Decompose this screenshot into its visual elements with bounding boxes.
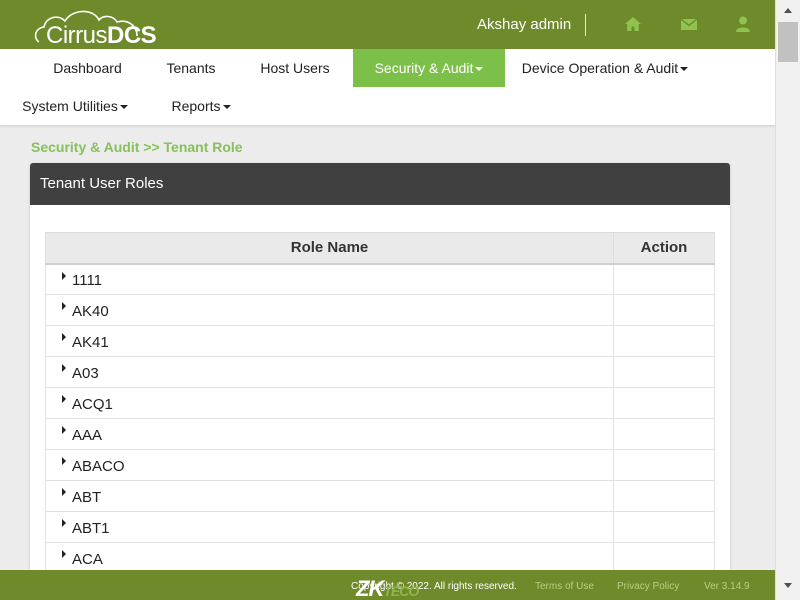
table-row[interactable]: ACQ1 (45, 387, 715, 419)
expand-arrow-icon[interactable] (62, 457, 66, 465)
expand-arrow-icon[interactable] (62, 519, 66, 527)
table-row[interactable]: ABT1 (45, 511, 715, 543)
role-name-cell[interactable]: AK41 (45, 325, 614, 357)
action-cell (613, 263, 715, 295)
role-name-cell[interactable]: ABACO (45, 449, 614, 481)
table-row[interactable]: ACA (45, 542, 715, 574)
caret-down-icon (680, 67, 689, 72)
action-cell (613, 480, 715, 512)
role-name-cell[interactable]: ACA (45, 542, 614, 574)
user-icon[interactable] (734, 15, 752, 33)
table-row[interactable]: ABT (45, 480, 715, 512)
breadcrumb[interactable]: Security & Audit >> Tenant Role (31, 139, 243, 155)
nav-item-device-operation-audit[interactable]: Device Operation & Audit (505, 49, 705, 87)
expand-arrow-icon[interactable] (62, 302, 66, 310)
table-row[interactable]: A03 (45, 356, 715, 388)
nav-item-reports[interactable]: Reports (150, 87, 252, 125)
version-text: Ver 3.14.9 (704, 581, 750, 592)
footer: Copyright © 2022. All rights reserved. Z… (0, 570, 775, 600)
table-row[interactable]: AK41 (45, 325, 715, 357)
table-row[interactable]: AAA (45, 418, 715, 450)
privacy-policy-link[interactable]: Privacy Policy (617, 581, 679, 592)
action-cell (613, 418, 715, 450)
action-cell (613, 511, 715, 543)
vertical-scrollbar[interactable] (775, 0, 800, 600)
caret-down-icon (222, 105, 231, 110)
role-name-cell[interactable]: 1111 (45, 263, 614, 295)
nav-item-host-users[interactable]: Host Users (237, 49, 353, 87)
scroll-down-arrow-icon[interactable] (784, 583, 792, 588)
expand-arrow-icon[interactable] (62, 364, 66, 372)
nav-item-system-utilities[interactable]: System Utilities (0, 87, 150, 125)
expand-arrow-icon[interactable] (62, 395, 66, 403)
action-cell (613, 387, 715, 419)
caret-down-icon (475, 67, 484, 72)
logo-text: CirrusDCS (46, 22, 157, 49)
action-cell (613, 542, 715, 574)
home-icon[interactable] (624, 15, 642, 33)
expand-arrow-icon[interactable] (62, 271, 66, 280)
role-name-cell[interactable]: ACQ1 (45, 387, 614, 419)
role-name-cell[interactable]: AAA (45, 418, 614, 450)
nav-item-tenants[interactable]: Tenants (145, 49, 237, 87)
action-cell (613, 356, 715, 388)
action-cell (613, 325, 715, 357)
zkteco-logo: ZKTECO (356, 576, 419, 600)
mail-icon[interactable] (680, 15, 698, 33)
expand-arrow-icon[interactable] (62, 426, 66, 434)
user-name[interactable]: Akshay admin (477, 16, 571, 33)
role-name-cell[interactable]: ABT (45, 480, 614, 512)
tenant-user-roles-panel: Tenant User Roles Role Name Action 1111 … (30, 163, 730, 583)
role-name-cell[interactable]: AK40 (45, 294, 614, 326)
column-header-role-name[interactable]: Role Name (45, 232, 614, 265)
panel-title: Tenant User Roles (30, 163, 730, 205)
table-row[interactable]: 1111 (45, 263, 715, 295)
table-row[interactable]: AK40 (45, 294, 715, 326)
table-row[interactable]: ABACO (45, 449, 715, 481)
roles-table: Role Name Action 1111 AK40 AK41 A03 ACQ1… (45, 232, 715, 574)
expand-arrow-icon[interactable] (62, 333, 66, 341)
role-name-cell[interactable]: ABT1 (45, 511, 614, 543)
nav-item-dashboard[interactable]: Dashboard (30, 49, 145, 87)
action-cell (613, 449, 715, 481)
cirrus-dcs-logo[interactable]: CirrusDCS (33, 4, 157, 49)
main-nav: Dashboard Tenants Host Users Security & … (0, 49, 775, 126)
action-cell (613, 294, 715, 326)
scroll-up-arrow-icon[interactable] (784, 8, 792, 13)
caret-down-icon (119, 105, 128, 110)
column-header-action: Action (613, 232, 715, 265)
scroll-thumb[interactable] (778, 22, 798, 62)
expand-arrow-icon[interactable] (62, 550, 66, 558)
expand-arrow-icon[interactable] (62, 488, 66, 496)
top-bar: CirrusDCS Akshay admin (0, 0, 775, 49)
terms-of-use-link[interactable]: Terms of Use (535, 581, 594, 592)
role-name-cell[interactable]: A03 (45, 356, 614, 388)
nav-item-security-audit[interactable]: Security & Audit (353, 49, 505, 87)
header-divider (585, 14, 586, 36)
